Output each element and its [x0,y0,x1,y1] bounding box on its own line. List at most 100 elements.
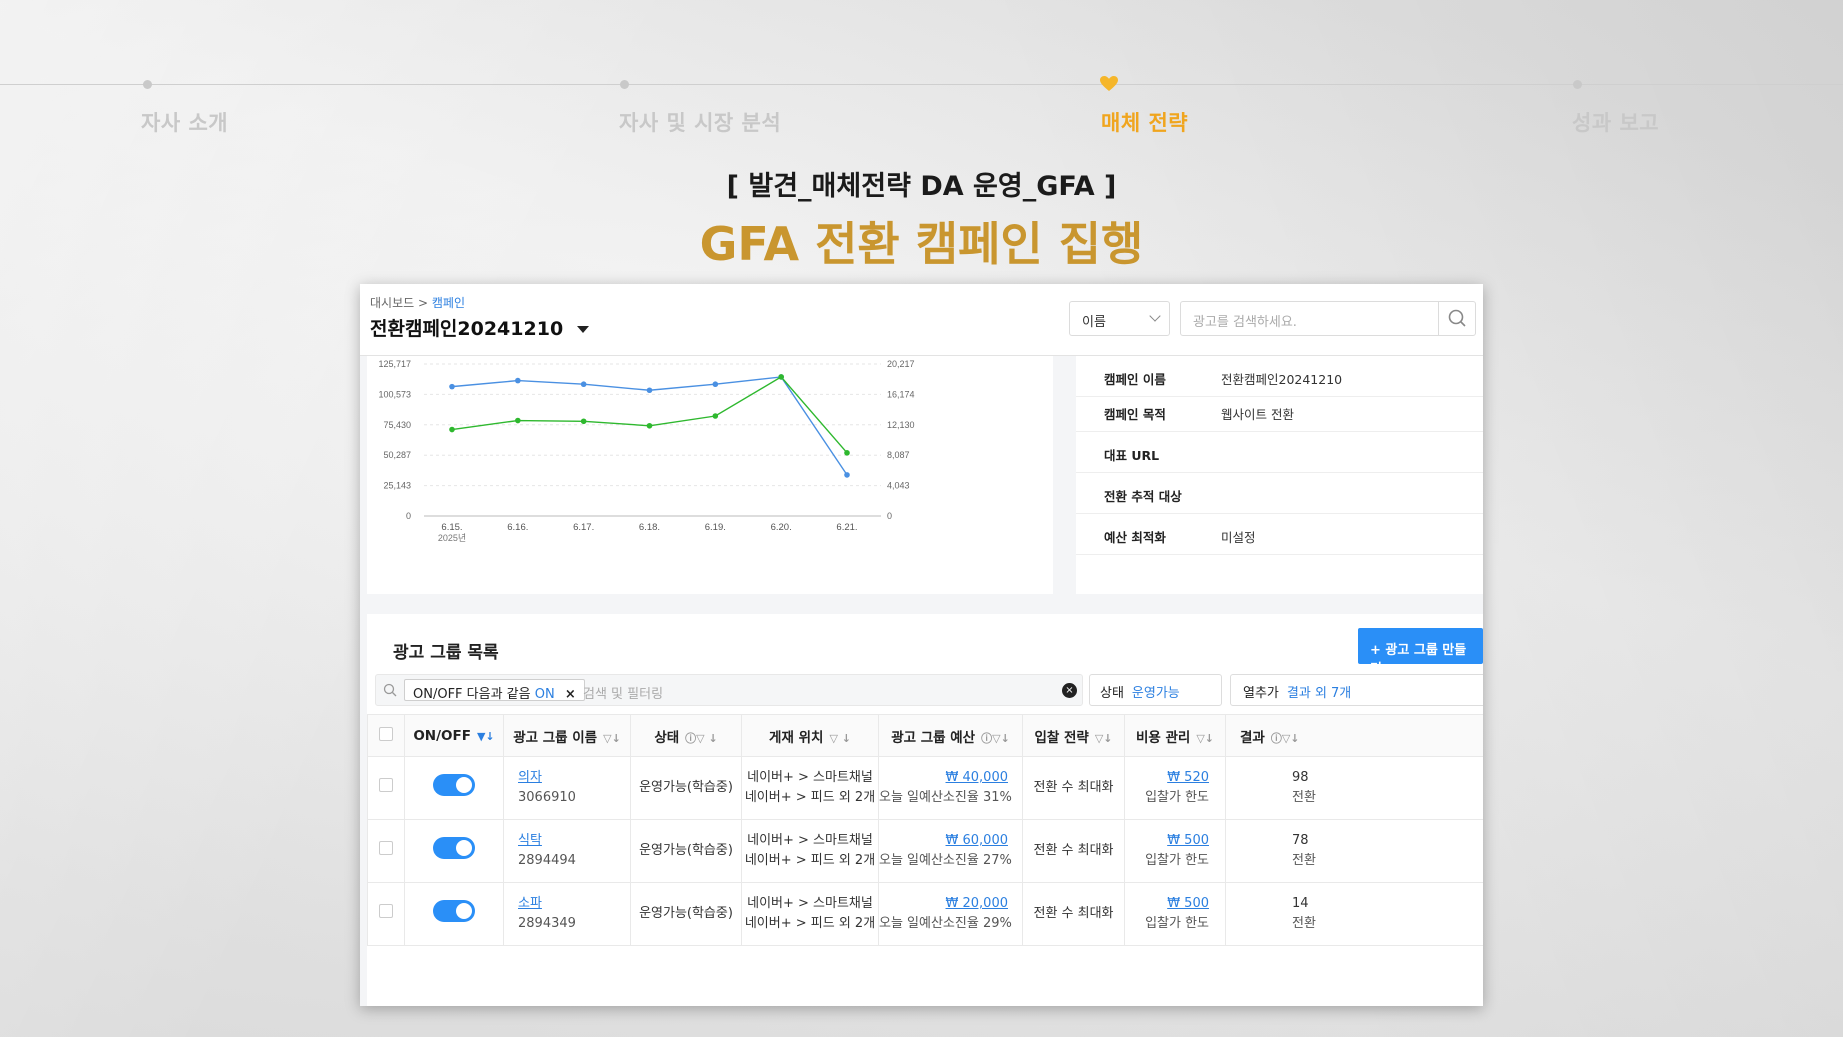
row-checkbox[interactable] [379,903,393,918]
adgroup-name-link[interactable]: 소파 [518,896,542,911]
filter-placeholder: 검색 및 필터링 [583,687,664,702]
x-year-label: 2025년 [438,533,466,543]
data-point [778,374,784,380]
column-header[interactable]: ON/OFF ▼↓ [404,714,504,757]
performance-chart: 0 0 25,143 4,043 50,287 8,087 75,430 12,130 100,… [378,359,915,543]
step-label[interactable]: 자사 소개 [141,107,228,137]
column-label: 비용 관리 [1135,729,1191,746]
adgroup-table: ON/OFF ▼↓ 광고 그룹 이름 ▽↓ 상태 ⓘ▽ ↓ 게재 위치 ▽ ↓ 광고 그… [367,714,1483,946]
select-all-cell[interactable] [367,714,405,757]
breadcrumb: 대시보드 > 캠페인 [370,294,465,311]
x-tick-label: 6.20. [771,522,792,533]
caret-down-icon [577,326,590,333]
table-header-row: ON/OFF ▼↓ 광고 그룹 이름 ▽↓ 상태 ⓘ▽ ↓ 게재 위치 ▽ ↓ 광고 그… [367,714,1483,757]
filter-icon[interactable]: ⓘ▽↓ [981,732,1010,745]
column-header[interactable]: 광고 그룹 예산 ⓘ▽↓ [878,714,1023,757]
budget-link[interactable]: ₩ 40,000 [946,770,1008,785]
filter-icon[interactable]: ▽↓ [603,732,621,745]
row-checkbox[interactable] [379,777,393,792]
cost-note: 입찰가 한도 [1145,916,1209,931]
clear-filter-icon[interactable]: × [1062,683,1077,698]
cost-link[interactable]: ₩ 500 [1167,896,1209,911]
search-type-value: 이름 [1082,315,1106,330]
step-dot [143,80,152,89]
filter-icon[interactable]: ⓘ▽↓ [1271,732,1300,745]
bid-strategy: 전환 수 최대화 [1033,906,1114,921]
campaign-selector[interactable]: 전환캠페인20241210 [370,314,590,341]
breadcrumb-current[interactable]: 캠페인 [432,296,465,310]
data-point [712,381,719,388]
bid-strategy: 전환 수 최대화 [1033,843,1114,858]
y-right-tick-label: 4,043 [887,481,910,491]
search-button[interactable] [1438,302,1475,335]
y-left-tick-label: 50,287 [383,450,411,460]
y-right-tick-label: 12,130 [887,420,915,430]
filter-icon[interactable]: ▽ ↓ [829,732,851,745]
column-header[interactable]: 비용 관리 ▽↓ [1124,714,1226,757]
create-adgroup-button[interactable]: + 광고 그룹 만들기 [1358,628,1483,677]
budget-link[interactable]: ₩ 60,000 [946,833,1008,848]
columns-filter-select[interactable]: 열추가 결과 외 7개 [1230,674,1483,706]
onoff-toggle[interactable] [433,899,475,922]
column-header[interactable]: 입찰 전략 ▽↓ [1022,714,1125,757]
filter-icon[interactable]: ▼↓ [477,730,495,743]
column-header[interactable]: 결과 ⓘ▽↓ [1225,714,1483,757]
adgroup-status: 운영가능(학습중) [639,906,733,921]
slide-title: GFA 전환 캠페인 집행 [699,217,1144,271]
slide-subtitle: [ 발견_매체전략 DA 운영_GFA ] [726,171,1117,202]
step-label[interactable]: 성과 보고 [1572,107,1659,137]
table-row[interactable]: 소파 2894349 운영가능(학습중) 네이버+ > 스마트채널 네이버+ > 피… [367,882,1483,946]
filter-icon[interactable]: ▽↓ [1196,732,1214,745]
adgroup-name-link[interactable]: 의자 [518,770,542,785]
breadcrumb-root[interactable]: 대시보드 [370,296,414,310]
campaign-header: 대시보드 > 캠페인 전환캠페인20241210 이름 광고를 검색하세요. [360,284,1483,356]
adgroup-list-card: 광고 그룹 목록 + 광고 그룹 만들기 ON/OFF 다음과 같음 ON × … [367,614,1483,1006]
info-row: 캠페인 목적 웹사이트 전환 [1076,391,1483,432]
filter-bar[interactable]: ON/OFF 다음과 같음 ON × 검색 및 필터링 × [375,674,1083,706]
bid-strategy: 전환 수 최대화 [1033,780,1114,795]
info-value: 전환캠페인20241210 [1221,372,1343,387]
close-icon[interactable]: × [565,687,576,702]
filter-icon[interactable]: ▽↓ [1095,732,1113,745]
heart-icon [1100,76,1118,91]
cost-link[interactable]: ₩ 520 [1167,770,1209,785]
budget-link[interactable]: ₩ 20,000 [946,896,1008,911]
column-label: ON/OFF [413,727,471,744]
step-dot [620,80,629,89]
y-right-tick-label: 0 [887,511,892,521]
info-key: 예산 최적화 [1104,530,1166,545]
budget-note: 오늘 일예산소진율 27% [879,853,1012,868]
result-note: 전환 [1292,916,1316,931]
column-header[interactable]: 게재 위치 ▽ ↓ [741,714,879,757]
x-tick-label: 6.17. [573,522,594,533]
onoff-toggle[interactable] [433,773,475,796]
data-point [580,381,587,388]
data-point [515,417,521,424]
status-filter-select[interactable]: 상태 운영가능 [1089,674,1222,706]
x-tick-label: 6.19. [705,522,726,533]
table-row[interactable]: 식탁 2894494 운영가능(학습중) 네이버+ > 스마트채널 네이버+ > 피… [367,819,1483,883]
search-type-select[interactable]: 이름 [1069,301,1170,336]
select-all-checkbox[interactable] [379,726,393,741]
search-input[interactable]: 광고를 검색하세요. [1180,301,1476,336]
x-tick-label: 6.21. [836,522,857,533]
filter-icon[interactable]: ⓘ▽ ↓ [685,732,718,745]
step-label[interactable]: 자사 및 시장 분석 [619,107,781,137]
table-row[interactable]: 의자 3066910 운영가능(학습중) 네이버+ > 스마트채널 네이버+ > 피… [367,756,1483,820]
data-point [844,472,850,478]
status-filter-value: 운영가능 [1131,686,1180,701]
row-checkbox[interactable] [379,840,393,855]
data-point [712,413,719,419]
info-value: 미설정 [1221,530,1256,545]
adgroup-name-link[interactable]: 식탁 [518,833,542,848]
step-label-active[interactable]: 매체 전략 [1101,107,1188,137]
filter-chip[interactable]: ON/OFF 다음과 같음 ON × [404,679,585,702]
cost-link[interactable]: ₩ 500 [1167,833,1209,848]
placement-1: 네이버+ > 스마트채널 [747,833,873,848]
adgroup-status: 운영가능(학습중) [639,843,733,858]
chevron-down-icon [1149,310,1161,322]
data-point [580,418,587,425]
column-header[interactable]: 광고 그룹 이름 ▽↓ [503,714,631,757]
column-header[interactable]: 상태 ⓘ▽ ↓ [630,714,742,757]
onoff-toggle[interactable] [433,836,475,859]
